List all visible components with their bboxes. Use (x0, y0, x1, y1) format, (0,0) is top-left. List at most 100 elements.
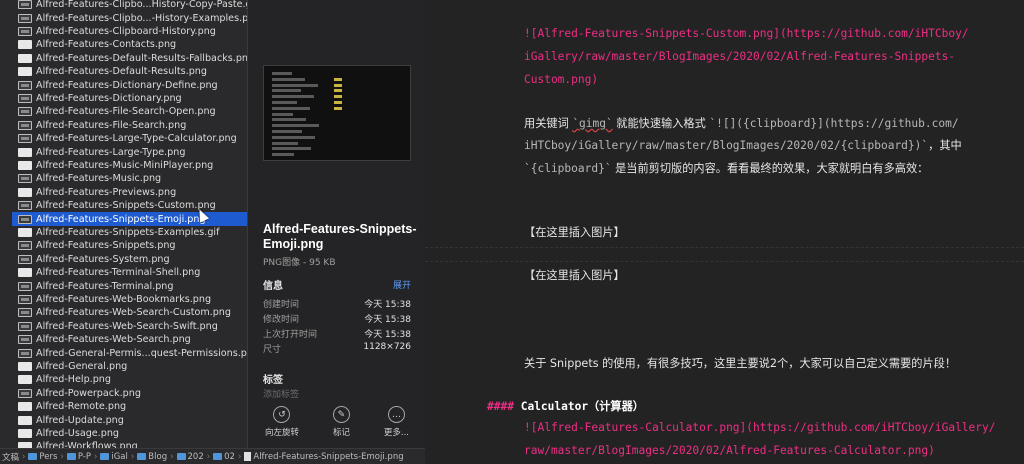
path-crumb-current-file[interactable]: Alfred-Features-Snippets-Emoji.png (244, 452, 404, 462)
image-placeholder-text: 【在这里插入图片】 (524, 226, 625, 239)
file-row[interactable]: Alfred-Help.png (12, 373, 247, 386)
file-row[interactable]: Alfred-Features-Web-Search-Custom.png (12, 306, 247, 319)
thumbnail-value (334, 77, 342, 81)
file-row[interactable]: Alfred-Features-Snippets-Examples.gif (12, 226, 247, 239)
file-row[interactable]: Alfred-Features-Snippets-Custom.png (12, 199, 247, 212)
preview-actions: ↺ 向左旋转 ✎ 标记 … 更多... (248, 402, 426, 448)
file-row-selected[interactable]: Alfred-Features-Snippets-Emoji.png (12, 212, 247, 226)
file-row[interactable]: Alfred-Features-File-Search.png (12, 119, 247, 132)
markup-button[interactable]: ✎ 标记 (332, 402, 350, 448)
image-link-text[interactable]: ![Alfred-Features-Snippets-Custom.png](h… (524, 27, 969, 40)
file-row[interactable]: Alfred-General.png (12, 360, 247, 373)
file-row[interactable]: Alfred-Powerpack.png (12, 387, 247, 400)
png-image-icon (18, 13, 32, 23)
file-row[interactable]: Alfred-Features-Clipbo...History-Copy-Pa… (12, 0, 247, 11)
path-crumb[interactable]: 02 (213, 452, 235, 462)
more-button[interactable]: … 更多... (384, 402, 409, 448)
file-row[interactable]: Alfred-Features-Previews.png (12, 186, 247, 199)
png-image-icon (18, 40, 32, 50)
file-row[interactable]: Alfred-Features-Default-Results.png (12, 65, 247, 78)
file-name: Alfred-Features-File-Search.png (36, 119, 187, 131)
file-row[interactable]: Alfred-Features-Contacts.png (12, 38, 247, 51)
file-row[interactable]: Alfred-Features-Large-Type-Calculator.pn… (12, 132, 247, 145)
rotate-left-button[interactable]: ↺ 向左旋转 (265, 402, 299, 448)
preview-file-kind: PNG图像 - 95 KB (263, 258, 336, 268)
editor-line: Custom.png) (524, 73, 1024, 86)
file-row[interactable]: Alfred-Features-Web-Search-Swift.png (12, 320, 247, 333)
paragraph-text: 是当前剪切版的内容。看看最终的效果，大家就明白有多高效： (611, 162, 929, 175)
file-row[interactable]: Alfred-Usage.png (12, 427, 247, 440)
action-label: 标记 (332, 428, 350, 438)
paragraph-text: 关于 Snippets 的使用，有很多技巧，这里主要说2个，大家可以自己定义需要… (524, 357, 957, 370)
file-row[interactable]: Alfred-Features-Music-MiniPlayer.png (12, 159, 247, 172)
png-image-icon (18, 402, 32, 412)
file-row[interactable]: Alfred-Features-Web-Search.png (12, 333, 247, 346)
path-crumb[interactable]: 202 (176, 452, 204, 462)
file-row[interactable]: Alfred-General-Permis...quest-Permission… (12, 346, 247, 359)
file-row[interactable]: Alfred-Remote.png (12, 400, 247, 413)
file-row[interactable]: Alfred-Features-Terminal.png (12, 279, 247, 292)
image-placeholder-text: 【在这里插入图片】 (524, 269, 625, 282)
folder-icon (66, 453, 76, 460)
path-crumb[interactable]: Blog (137, 452, 167, 462)
info-row: 创建时间 今天 15:38 (263, 297, 411, 310)
markdown-editor[interactable]: ![Alfred-Features-Snippets-Custom.png](h… (425, 0, 1024, 464)
finder-file-list[interactable]: Alfred-Features-Clipbo...History-Copy-Pa… (0, 0, 247, 448)
png-image-icon (18, 80, 32, 90)
rotate-left-icon: ↺ (273, 406, 291, 423)
thumbnail-line (272, 72, 292, 75)
file-row[interactable]: Alfred-Features-Clipboard-History.png (12, 25, 247, 38)
path-crumb[interactable]: P-P (66, 451, 91, 462)
file-row[interactable]: Alfred-Update.png (12, 413, 247, 426)
image-link-text[interactable]: ![Alfred-Features-Calculator.png](https:… (524, 421, 995, 434)
thumbnail-line (272, 112, 293, 116)
file-row[interactable]: Alfred-Features-Large-Type.png (12, 145, 247, 158)
preview-file-name: Alfred-Features-Snippets-Emoji.png (263, 222, 417, 251)
crumb-label: 文稿 (2, 452, 20, 463)
file-name: Alfred-General.png (36, 360, 128, 372)
path-crumb[interactable]: Pers (28, 452, 57, 462)
file-name: Alfred-Features-Previews.png (36, 186, 177, 198)
file-row[interactable]: Alfred-Features-Terminal-Shell.png (12, 266, 247, 279)
inline-code: `{clipboard}` (524, 162, 612, 175)
image-link-text[interactable]: raw/master/BlogImages/2020/02/Alfred-Fea… (524, 444, 935, 457)
editor-line: ![Alfred-Features-Snippets-Custom.png](h… (524, 27, 1024, 40)
paragraph-text: 用关键词 (524, 117, 573, 130)
file-name: Alfred-Features-Terminal-Shell.png (36, 267, 201, 279)
file-row[interactable]: Alfred-Features-Snippets.png (12, 239, 247, 252)
png-image-icon (18, 321, 32, 331)
path-crumb[interactable]: 文稿 (2, 451, 19, 463)
info-label: 尺寸 (263, 345, 282, 355)
file-name: Alfred-Features-Default-Results.png (36, 66, 207, 78)
file-row[interactable]: Alfred-Features-Dictionary.png (12, 92, 247, 105)
image-link-text[interactable]: Custom.png) (524, 73, 598, 86)
file-name: Alfred-Features-Clipboard-History.png (36, 25, 216, 37)
png-image-icon (18, 67, 32, 77)
file-row[interactable]: Alfred-Features-Web-Bookmarks.png (12, 293, 247, 306)
image-link-text[interactable]: iGallery/raw/master/BlogImages/2020/02/A… (524, 50, 955, 63)
file-row[interactable]: Alfred-Features-Dictionary-Define.png (12, 78, 247, 91)
info-heading: 信息 (263, 281, 283, 292)
file-row[interactable]: Alfred-Features-System.png (12, 253, 247, 266)
png-image-icon (18, 241, 32, 251)
editor-line: 【在这里插入图片】 (524, 224, 1024, 240)
file-row[interactable]: Alfred-Features-Default-Results-Fallback… (12, 52, 247, 65)
crumb-label: P-P (77, 451, 91, 462)
info-row: 上次打开时间 今天 15:38 (263, 327, 411, 340)
markup-icon: ✎ (332, 406, 350, 423)
png-image-icon (18, 174, 32, 184)
chevron-right-icon: › (237, 451, 242, 462)
tags-input[interactable]: 添加标签 (263, 387, 299, 400)
info-expand-link[interactable]: 展开 (393, 278, 411, 291)
file-row[interactable]: Alfred-Features-File-Search-Open.png (12, 105, 247, 118)
file-row[interactable]: Alfred-Features-Music.png (12, 172, 247, 185)
editor-line: raw/master/BlogImages/2020/02/Alfred-Fea… (524, 444, 1024, 457)
paragraph-text: 就能快速输入格式 (612, 117, 710, 130)
file-name: Alfred-Help.png (36, 374, 111, 386)
file-name: Alfred-Usage.png (36, 427, 119, 439)
path-bar: 文稿 › Pers › P-P › iGal › Blog › 202 › 02 › Alfred-Feat… (0, 448, 425, 464)
gif-image-icon (18, 227, 32, 237)
file-row[interactable]: Alfred-Workflows.png (12, 440, 247, 448)
file-row[interactable]: Alfred-Features-Clipbo...-History-Exampl… (12, 11, 247, 24)
path-crumb[interactable]: iGal (100, 452, 128, 462)
